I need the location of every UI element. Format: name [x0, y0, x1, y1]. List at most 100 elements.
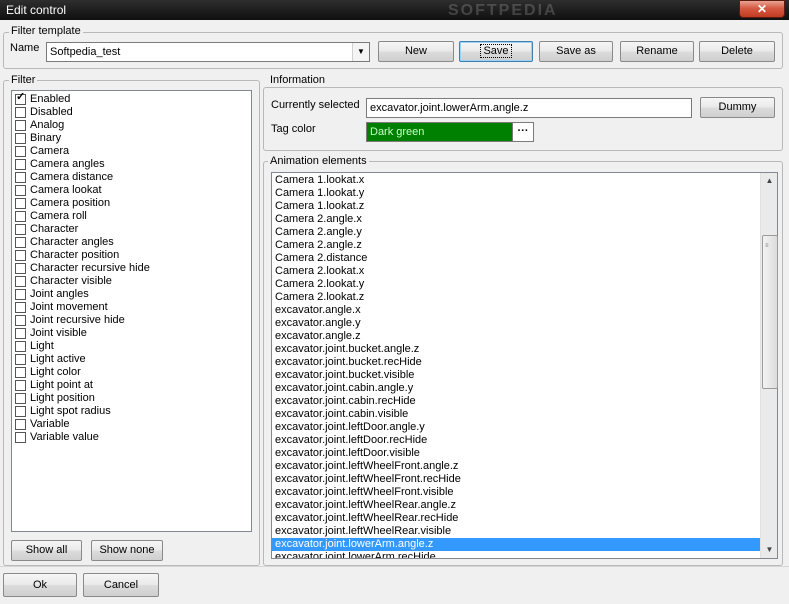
animation-element-item[interactable]: excavator.joint.cabin.visible: [272, 408, 761, 421]
delete-button[interactable]: Delete: [699, 41, 775, 62]
animation-element-item[interactable]: excavator.joint.cabin.recHide: [272, 395, 761, 408]
animation-element-item[interactable]: excavator.joint.leftWheelFront.recHide: [272, 473, 761, 486]
checkbox[interactable]: [15, 211, 26, 222]
animation-element-item[interactable]: excavator.angle.y: [272, 317, 761, 330]
show-none-button[interactable]: Show none: [91, 540, 163, 561]
animation-element-item[interactable]: excavator.angle.z: [272, 330, 761, 343]
animation-element-item[interactable]: excavator.joint.leftDoor.angle.y: [272, 421, 761, 434]
filter-item[interactable]: Character recursive hide: [12, 262, 251, 275]
new-button[interactable]: New: [378, 41, 454, 62]
filter-item[interactable]: Light spot radius: [12, 405, 251, 418]
filter-item[interactable]: Character: [12, 223, 251, 236]
animation-element-item[interactable]: excavator.joint.bucket.angle.z: [272, 343, 761, 356]
filter-item[interactable]: Variable: [12, 418, 251, 431]
animation-element-item[interactable]: excavator.joint.bucket.visible: [272, 369, 761, 382]
filter-item[interactable]: Camera position: [12, 197, 251, 210]
checkbox[interactable]: [15, 393, 26, 404]
checkbox[interactable]: [15, 367, 26, 378]
checkbox[interactable]: [15, 146, 26, 157]
filter-checklist[interactable]: ✓ Enabled Disabled Analog Binary Camera Camera…: [11, 90, 252, 532]
scroll-down-arrow-icon[interactable]: ▼: [761, 542, 778, 558]
dummy-button[interactable]: Dummy: [700, 97, 775, 118]
filter-item[interactable]: Camera: [12, 145, 251, 158]
animation-element-item[interactable]: Camera 1.lookat.x: [272, 174, 761, 187]
show-all-button[interactable]: Show all: [11, 540, 82, 561]
filter-item[interactable]: Joint movement: [12, 301, 251, 314]
scrollbar-thumb[interactable]: [762, 235, 778, 389]
checkbox[interactable]: [15, 380, 26, 391]
filter-item[interactable]: Camera distance: [12, 171, 251, 184]
filter-item[interactable]: Light active: [12, 353, 251, 366]
animation-element-item[interactable]: Camera 2.lookat.x: [272, 265, 761, 278]
filter-item[interactable]: Camera roll: [12, 210, 251, 223]
currently-selected-field[interactable]: excavator.joint.lowerArm.angle.z: [366, 98, 692, 118]
checkbox[interactable]: [15, 419, 26, 430]
animation-list-scrollbar[interactable]: ▲ ≡ ▼: [760, 173, 778, 558]
checkbox[interactable]: [15, 133, 26, 144]
animation-element-item[interactable]: Camera 2.lookat.z: [272, 291, 761, 304]
checkbox[interactable]: [15, 237, 26, 248]
template-name-combobox[interactable]: Softpedia_test ▼: [46, 42, 370, 62]
chevron-down-icon[interactable]: ▼: [352, 43, 369, 61]
checkbox[interactable]: [15, 432, 26, 443]
animation-element-item[interactable]: Camera 2.lookat.y: [272, 278, 761, 291]
rename-button[interactable]: Rename: [620, 41, 694, 62]
ok-button[interactable]: Ok: [3, 573, 77, 597]
checkbox[interactable]: [15, 263, 26, 274]
checkbox[interactable]: [15, 120, 26, 131]
save-as-button[interactable]: Save as: [539, 41, 613, 62]
animation-element-item[interactable]: excavator.joint.lowerArm.angle.z: [272, 538, 761, 551]
animation-element-item[interactable]: Camera 1.lookat.z: [272, 200, 761, 213]
filter-item[interactable]: Light point at: [12, 379, 251, 392]
checkbox[interactable]: [15, 315, 26, 326]
filter-item[interactable]: Joint visible: [12, 327, 251, 340]
filter-item[interactable]: Binary: [12, 132, 251, 145]
animation-element-item[interactable]: Camera 2.angle.x: [272, 213, 761, 226]
animation-element-item[interactable]: Camera 2.distance: [272, 252, 761, 265]
animation-element-item[interactable]: Camera 2.angle.y: [272, 226, 761, 239]
animation-element-item[interactable]: excavator.joint.leftDoor.recHide: [272, 434, 761, 447]
animation-element-item[interactable]: excavator.joint.leftWheelRear.recHide: [272, 512, 761, 525]
animation-element-item[interactable]: excavator.joint.leftWheelRear.visible: [272, 525, 761, 538]
checkbox[interactable]: [15, 198, 26, 209]
checkbox[interactable]: [15, 341, 26, 352]
filter-item[interactable]: Character visible: [12, 275, 251, 288]
filter-item[interactable]: ✓ Enabled: [12, 91, 251, 106]
cancel-button[interactable]: Cancel: [83, 573, 159, 597]
filter-item[interactable]: Light position: [12, 392, 251, 405]
checkbox[interactable]: [15, 276, 26, 287]
checkbox[interactable]: [15, 289, 26, 300]
animation-element-item[interactable]: excavator.angle.x: [272, 304, 761, 317]
checkbox[interactable]: [15, 250, 26, 261]
animation-elements-list[interactable]: Camera 1.lookat.x Camera 1.lookat.y Camera…: [271, 172, 778, 559]
checkbox[interactable]: [15, 185, 26, 196]
checkbox[interactable]: [15, 406, 26, 417]
filter-item[interactable]: Disabled: [12, 106, 251, 119]
filter-item[interactable]: Character position: [12, 249, 251, 262]
filter-item[interactable]: Joint recursive hide: [12, 314, 251, 327]
checkbox[interactable]: [15, 354, 26, 365]
animation-element-item[interactable]: Camera 1.lookat.y: [272, 187, 761, 200]
filter-item[interactable]: Character angles: [12, 236, 251, 249]
close-button[interactable]: ✕: [739, 0, 785, 18]
checkbox[interactable]: [15, 302, 26, 313]
tag-color-swatch[interactable]: Dark green: [366, 122, 514, 142]
filter-item[interactable]: Camera angles: [12, 158, 251, 171]
animation-element-item[interactable]: excavator.joint.leftWheelFront.visible: [272, 486, 761, 499]
animation-element-item[interactable]: excavator.joint.leftDoor.visible: [272, 447, 761, 460]
filter-item[interactable]: Joint angles: [12, 288, 251, 301]
animation-element-item[interactable]: excavator.joint.cabin.angle.y: [272, 382, 761, 395]
animation-element-item[interactable]: excavator.joint.leftWheelRear.angle.z: [272, 499, 761, 512]
animation-element-item[interactable]: Camera 2.angle.z: [272, 239, 761, 252]
checkbox[interactable]: [15, 159, 26, 170]
checkbox[interactable]: [15, 172, 26, 183]
checkbox[interactable]: [15, 328, 26, 339]
animation-element-item[interactable]: excavator.joint.leftWheelFront.angle.z: [272, 460, 761, 473]
checkbox[interactable]: [15, 224, 26, 235]
filter-item[interactable]: Light: [12, 340, 251, 353]
filter-item[interactable]: Light color: [12, 366, 251, 379]
save-button[interactable]: Save: [459, 41, 533, 62]
filter-item[interactable]: Camera lookat: [12, 184, 251, 197]
more-options-button[interactable]: ···: [512, 122, 534, 142]
filter-item[interactable]: Variable value: [12, 431, 251, 444]
